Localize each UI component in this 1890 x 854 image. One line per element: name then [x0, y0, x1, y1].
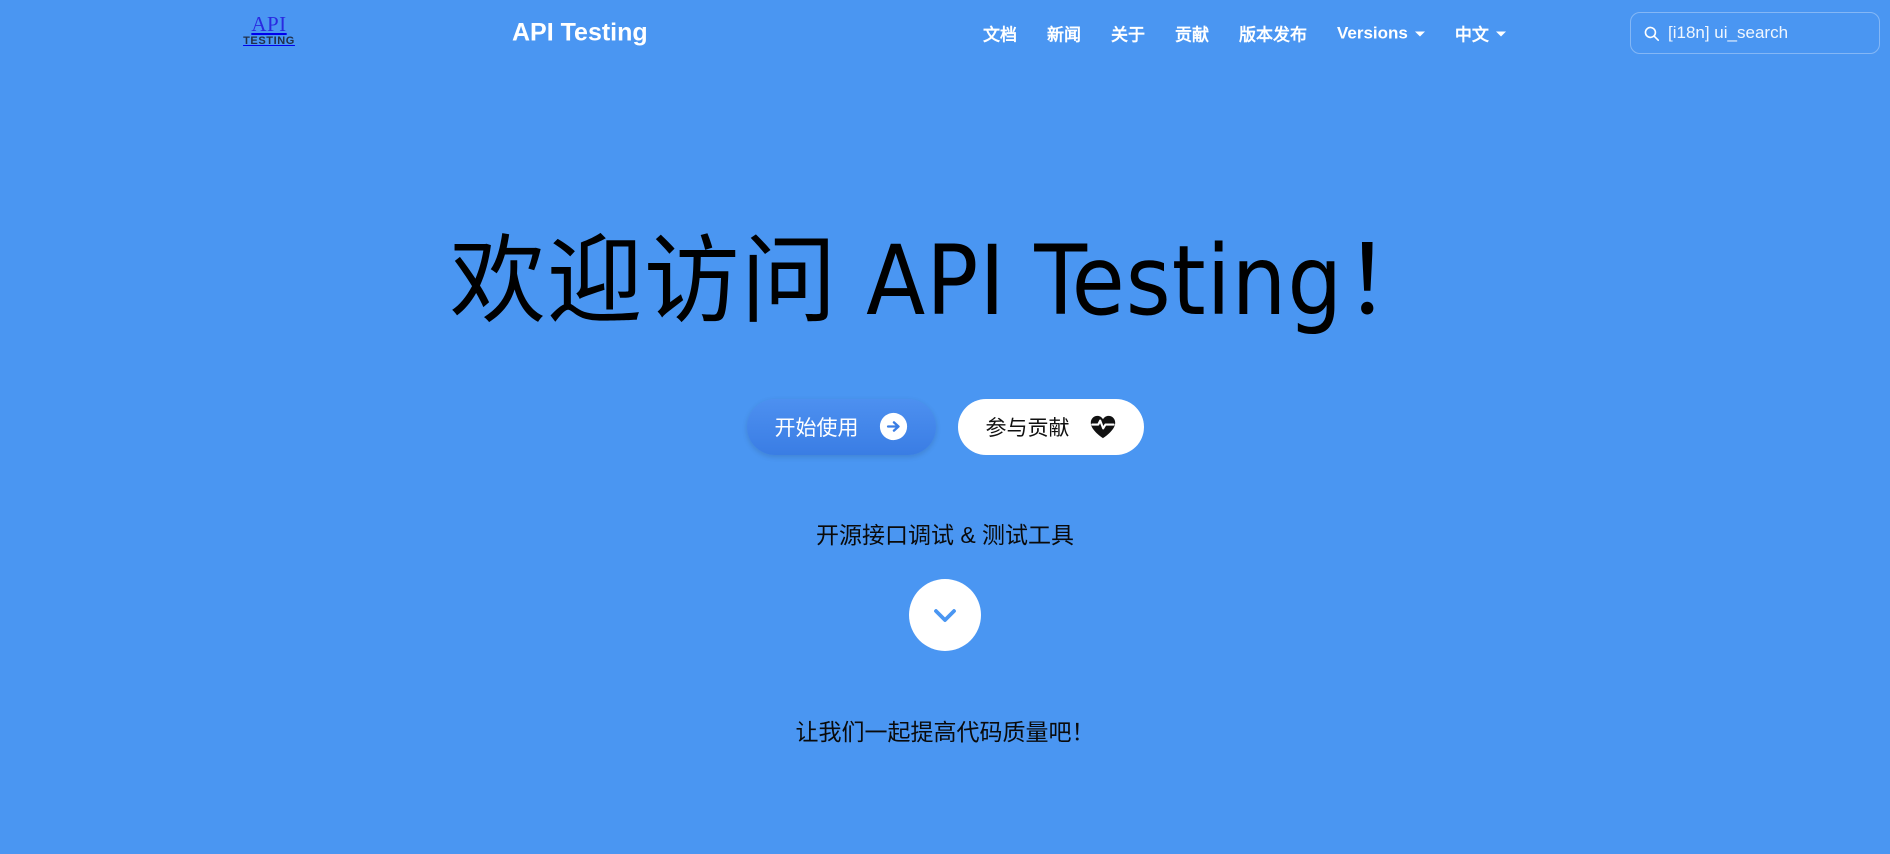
hero-button-group: 开始使用 参与贡献 [746, 398, 1144, 455]
page-title: 欢迎访问 API Testing！ [449, 225, 1441, 337]
nav-item-versions-label: Versions [1337, 23, 1408, 42]
search-input[interactable]: [i18n] ui_search [1668, 23, 1788, 43]
nav-item-contribute-label: 贡献 [1175, 25, 1209, 45]
nav-item-about[interactable]: 关于 [1096, 17, 1160, 50]
site-logo[interactable]: API TESTING [240, 14, 298, 47]
contribute-button-label: 参与贡献 [985, 416, 1070, 440]
chevron-down-icon [934, 608, 956, 622]
nav-item-docs-label: 文档 [983, 25, 1017, 45]
nav-item-language-label: 中文 [1454, 25, 1489, 45]
search-box[interactable]: [i18n] ui_search [1630, 12, 1880, 54]
nav-item-versions-dropdown[interactable]: Versions [1322, 19, 1440, 47]
brand-title[interactable]: API Testing [512, 19, 648, 48]
nav-item-about-label: 关于 [1111, 25, 1145, 45]
heart-pulse-icon [1090, 415, 1115, 438]
get-started-button[interactable]: 开始使用 [746, 398, 936, 455]
get-started-button-label: 开始使用 [774, 416, 859, 440]
logo-api-text: API [251, 12, 287, 36]
nav-item-language-dropdown[interactable]: 中文 [1440, 17, 1521, 50]
chevron-down-icon [1495, 31, 1506, 37]
main-menu: 文档 新闻 关于 贡献 版本发布 Versions 中文 [968, 17, 1521, 50]
scroll-down-button[interactable] [909, 578, 981, 651]
nav-item-contribute[interactable]: 贡献 [1160, 17, 1224, 50]
nav-item-releases-label: 版本发布 [1239, 25, 1307, 45]
hero-tagline: 开源接口调试 & 测试工具 [815, 521, 1075, 548]
chevron-down-icon [1414, 31, 1425, 37]
top-navigation-bar: API TESTING API Testing 文档 新闻 关于 贡献 版本发布… [0, 0, 1890, 66]
logo-testing-text: TESTING [243, 35, 295, 47]
nav-item-news-label: 新闻 [1047, 25, 1081, 45]
nav-item-news[interactable]: 新闻 [1032, 17, 1096, 50]
contribute-button[interactable]: 参与贡献 [957, 398, 1144, 455]
hero-section: 欢迎访问 API Testing！ 开始使用 参与贡献 开源接口调试 & 测试工… [0, 66, 1890, 854]
arrow-right-circle-icon [879, 413, 907, 441]
search-icon [1644, 26, 1660, 41]
hero-footnote: 让我们一起提高代码质量吧！ [795, 718, 1095, 745]
nav-item-docs[interactable]: 文档 [968, 17, 1032, 50]
nav-item-releases[interactable]: 版本发布 [1224, 17, 1322, 50]
